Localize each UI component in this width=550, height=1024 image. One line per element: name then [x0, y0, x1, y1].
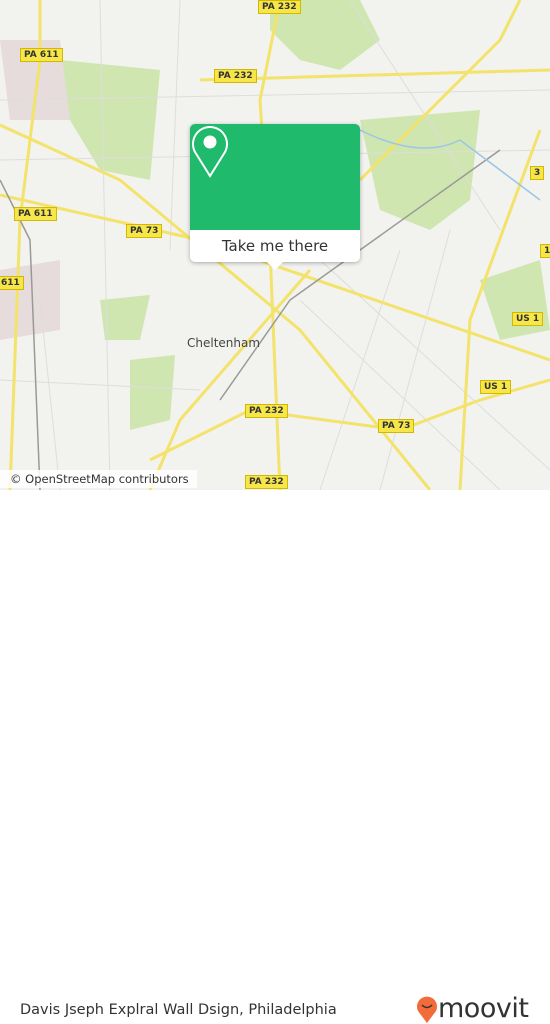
route-shield: PA 232 [214, 69, 257, 83]
route-shield: 3 [530, 166, 545, 180]
footer: Davis Jseph Explral Wall Dsign, Philadel… [0, 490, 550, 1024]
route-shield: PA 73 [378, 419, 415, 433]
route-shield: 611 [0, 276, 24, 290]
popup: Take me there [190, 124, 360, 270]
route-shield: 1 [540, 244, 550, 258]
place-title: Davis Jseph Explral Wall Dsign, Philadel… [20, 1002, 337, 1018]
take-me-there-button[interactable]: Take me there [190, 230, 360, 262]
map-pin-icon [192, 126, 228, 178]
route-shield: US 1 [512, 312, 544, 326]
popup-tail [267, 262, 283, 270]
moovit-logo[interactable]: moovit [416, 993, 529, 1024]
place-label: Cheltenham [187, 336, 261, 350]
logo-text: moovit [438, 993, 529, 1024]
attribution[interactable]: © OpenStreetMap contributors [0, 470, 197, 488]
route-shield: PA 232 [258, 0, 301, 14]
route-shield: PA 73 [126, 224, 163, 238]
popup-header [190, 124, 360, 230]
route-shield: PA 611 [14, 207, 57, 221]
moovit-pin-icon [417, 996, 437, 1023]
map[interactable]: PA 232 PA 611 PA 232 PA 611 PA 73 611 PA… [0, 0, 550, 490]
route-shield: PA 232 [245, 475, 288, 489]
route-shield: US 1 [480, 380, 512, 394]
route-shield: PA 232 [245, 404, 288, 418]
route-shield: PA 611 [20, 48, 63, 62]
